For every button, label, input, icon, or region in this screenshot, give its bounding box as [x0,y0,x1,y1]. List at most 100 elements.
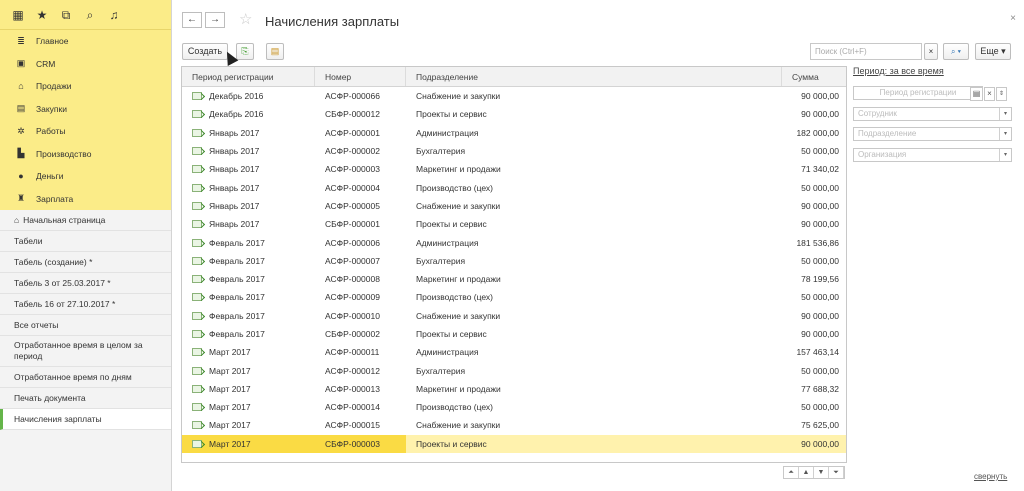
open-window-item[interactable]: Отработанное время в целом за период [0,336,171,367]
table-row[interactable]: Декабрь 2016 СБФР-000012 Проекты и сервис 9… [182,105,846,123]
cell-number: АСФР-000066 [315,87,406,105]
cell-department-text: Маркетинг и продажи [416,383,501,394]
section-item[interactable]: ✲ Работы [0,120,171,143]
section-item[interactable]: ⌂ Продажи [0,75,171,98]
open-window-label: Печать документа [14,393,86,403]
open-window-item[interactable]: ⌂ Начальная страница [0,210,171,231]
next-page-icon[interactable]: ▼ [814,467,829,478]
column-header-department[interactable]: Подразделение [406,67,782,86]
table-row[interactable]: Январь 2017 АСФР-000003 Маркетинг и продаж… [182,160,846,178]
posted-document-icon [192,238,202,247]
table-row[interactable]: Март 2017 АСФР-000012 Бухгалтерия 50 000,00 [182,361,846,379]
section-item[interactable]: ♜ Зарплата [0,188,171,211]
table-row[interactable]: Январь 2017 АСФР-000001 Администрация 182 0… [182,124,846,142]
section-item[interactable]: ▙ Производство [0,143,171,166]
open-window-label: Отработанное время в целом за период [14,340,143,361]
table-row[interactable]: Февраль 2017 АСФР-000010 Снабжение и закуп… [182,307,846,325]
create-button[interactable]: Создать [182,43,228,60]
table-row[interactable]: Декабрь 2016 АСФР-000066 Снабжение и закуп… [182,87,846,105]
grid-icon[interactable]: ▦ [12,9,24,21]
period-link[interactable]: Период: за все время [853,66,1013,80]
clear-search-icon[interactable]: × [924,43,938,60]
open-window-label: Табель 16 от 27.10.2017 * [14,299,116,309]
posted-document-icon [192,403,202,412]
star-icon[interactable]: ★ [36,9,48,21]
table-header-row: Период регистрации Номер Подразделение С… [182,67,846,87]
table-row[interactable]: Январь 2017 АСФР-000002 Бухгалтерия 50 000,… [182,142,846,160]
cell-number: АСФР-000006 [315,233,406,251]
copy-doc-icon[interactable]: ⎘ [236,43,254,60]
section-label: Работы [36,126,66,137]
cell-department: Бухгалтерия [406,142,782,160]
last-page-icon[interactable]: ⏷ [829,467,844,478]
home-icon: ⌂ [14,215,20,225]
forward-button[interactable]: → [205,12,225,28]
cell-amount: 182 000,00 [782,124,846,142]
column-header-amount[interactable]: Сумма [782,67,846,86]
cell-number: АСФР-000012 [315,361,406,379]
first-page-icon[interactable]: ⏶ [784,467,799,478]
calendar-icon[interactable]: ▤ [970,87,983,101]
open-window-item[interactable]: Все отчеты [0,315,171,336]
open-window-item[interactable]: Начисления зарплаты [0,409,171,430]
table-row[interactable]: Февраль 2017 АСФР-000006 Администрация 181 … [182,233,846,251]
cell-department: Производство (цех) [406,178,782,196]
table-row[interactable]: Март 2017 СБФР-000003 Проекты и сервис 90 0… [182,434,846,453]
table-row[interactable]: Март 2017 АСФР-000013 Маркетинг и продажи 7… [182,380,846,398]
close-icon[interactable]: × [1010,13,1016,24]
cell-department-text: Администрация [416,347,479,358]
bell-icon[interactable]: ♫ [108,9,120,21]
cell-department-text: Проекты и сервис [416,329,487,339]
search-icon[interactable]: ⌕ [84,9,96,21]
column-header-number[interactable]: Номер [315,67,406,86]
table-row[interactable]: Март 2017 АСФР-000014 Производство (цех) 50… [182,398,846,416]
open-window-item[interactable]: Табель (создание) * [0,252,171,273]
period-stepper[interactable]: ⇕ [996,87,1007,101]
section-item[interactable]: ▤ Закупки [0,98,171,121]
table-row[interactable]: Январь 2017 СБФР-000001 Проекты и сервис 90… [182,215,846,233]
open-window-item[interactable]: Табель 16 от 27.10.2017 * [0,294,171,315]
period-field[interactable]: Период регистрации [853,86,983,100]
table-row[interactable]: Февраль 2017 АСФР-000008 Маркетинг и прода… [182,270,846,288]
prev-page-icon[interactable]: ▲ [799,467,814,478]
organization-filter[interactable]: Организация ▾ [853,147,1012,162]
open-window-item[interactable]: Табели [0,231,171,252]
chevron-down-icon[interactable]: ▾ [999,128,1011,140]
section-item[interactable]: ● Деньги [0,165,171,188]
cell-number-text: АСФР-000011 [325,347,380,358]
clear-period-icon[interactable]: × [984,87,995,101]
search-button[interactable]: ⌕ ▾ [943,43,969,60]
filter-panel: Период: за все время Период регистрации … [853,66,1013,162]
table-row[interactable]: Февраль 2017 АСФР-000007 Бухгалтерия 50 000… [182,252,846,270]
column-header-period[interactable]: Период регистрации [182,67,315,86]
cell-department: Администрация [406,233,782,251]
open-window-item[interactable]: Печать документа [0,388,171,409]
section-item[interactable]: ≣ Главное [0,30,171,53]
table-row[interactable]: Март 2017 АСФР-000015 Снабжение и закупки 7… [182,416,846,434]
cell-number: АСФР-000008 [315,270,406,288]
posted-document-icon [192,439,202,448]
back-button[interactable]: ← [182,12,202,28]
open-window-item[interactable]: Табель 3 от 25.03.2017 * [0,273,171,294]
cell-department: Производство (цех) [406,398,782,416]
table-row[interactable]: Февраль 2017 СБФР-000002 Проекты и сервис 9… [182,325,846,343]
department-filter[interactable]: Подразделение ▾ [853,127,1012,141]
more-button[interactable]: Еще ▾ [975,43,1011,60]
cell-period: Январь 2017 [182,215,315,233]
chevron-down-icon[interactable]: ▾ [999,148,1011,161]
history-icon[interactable]: ⧉ [60,9,72,21]
table-row[interactable]: Февраль 2017 АСФР-000009 Производство (цех… [182,288,846,306]
search-input[interactable]: Поиск (Ctrl+F) [810,43,922,60]
chevron-down-icon[interactable]: ▾ [999,107,1011,120]
table-row[interactable]: Январь 2017 АСФР-000004 Производство (цех)… [182,178,846,196]
section-item[interactable]: ▣ CRM [0,53,171,76]
post-doc-icon[interactable]: ▤ [266,43,284,60]
open-window-item[interactable]: Отработанное время по дням [0,367,171,388]
cell-department: Маркетинг и продажи [406,160,782,178]
cell-number-text: СБФР-000001 [325,219,380,230]
favorite-star-icon[interactable]: ☆ [239,10,252,28]
table-row[interactable]: Март 2017 АСФР-000011 Администрация 157 463… [182,343,846,361]
table-row[interactable]: Январь 2017 АСФР-000005 Снабжение и закупк… [182,197,846,215]
collapse-link[interactable]: свернуть [974,472,1007,481]
employee-filter[interactable]: Сотрудник ▾ [853,106,1012,121]
